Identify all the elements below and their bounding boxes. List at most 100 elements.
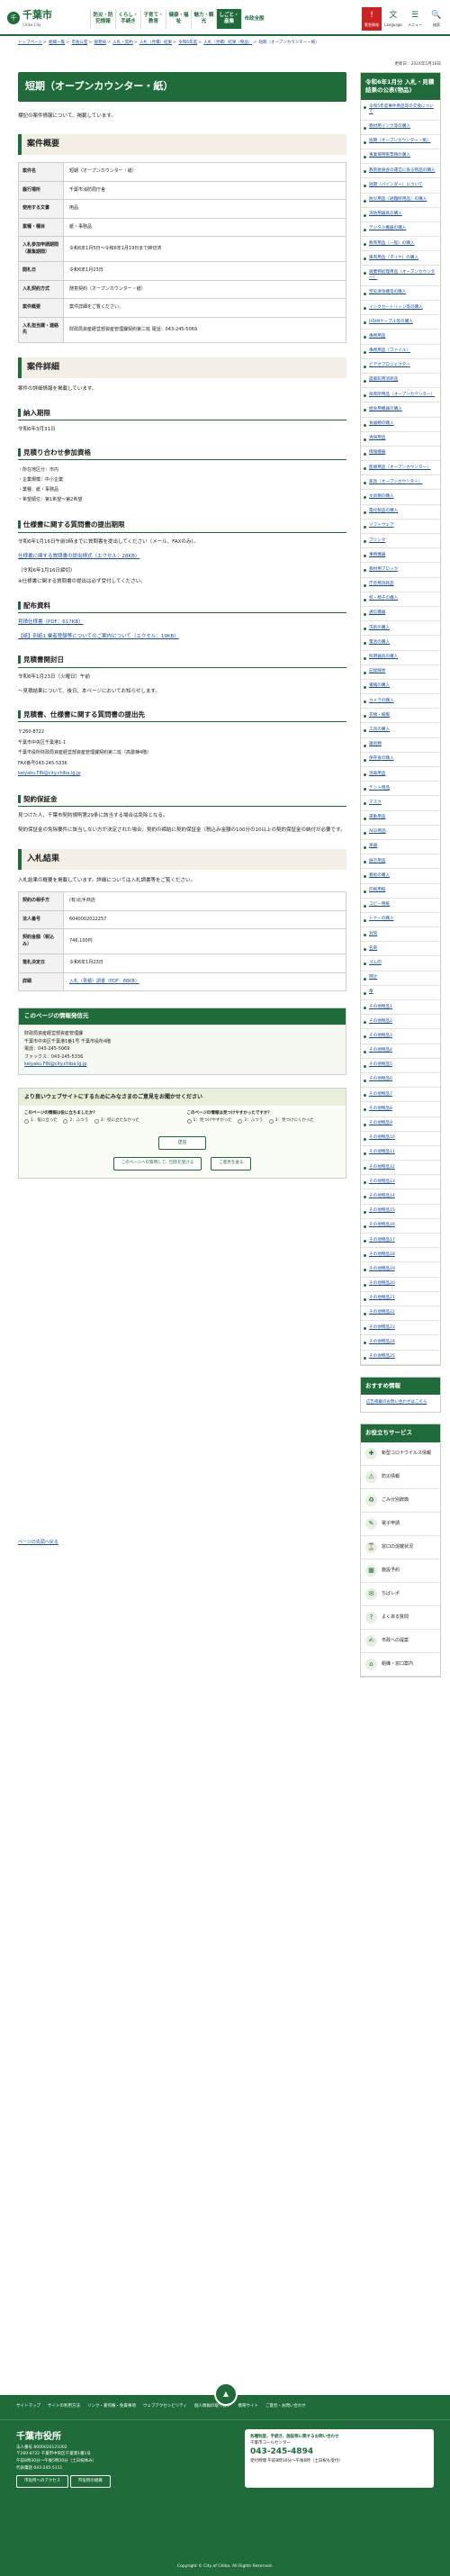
sidebar-item[interactable]: 給食用機器の購入 xyxy=(361,402,440,418)
sidebar-item-link[interactable]: 通信機器 xyxy=(369,610,385,615)
sidebar-item-link[interactable]: ビデオプロジェクター xyxy=(369,363,410,367)
sidebar-item[interactable]: 空気清浄機等の購入 xyxy=(361,286,440,301)
sidebar-item[interactable]: 保育所用品（オープンカウンター） xyxy=(361,388,440,403)
sidebar-item[interactable]: その他物品13 xyxy=(361,1175,440,1190)
menu-button[interactable]: ☰ メニュー xyxy=(405,7,425,31)
sidebar-item-link[interactable]: 名刺 xyxy=(369,946,377,951)
sidebar-item-link[interactable]: 事務機器 xyxy=(369,553,385,557)
gnav-bousai[interactable]: 防災・防犯情報 xyxy=(90,9,115,29)
sidebar-item[interactable]: その他物品4 xyxy=(361,1044,440,1059)
sidebar-item-link[interactable]: 庁舎用消耗品 xyxy=(369,582,394,586)
sidebar-item[interactable]: その他物品7 xyxy=(361,1088,440,1103)
breadcrumb-item[interactable]: 入札（見積）結果（物品） xyxy=(203,41,252,45)
sidebar-item[interactable]: 図書館用消耗品 xyxy=(361,374,440,389)
sidebar-item-link[interactable]: プリンタ xyxy=(369,538,385,543)
sidebar-item-link[interactable]: 防災用品（避難所用品）の購入 xyxy=(369,197,427,202)
dist-link-guide[interactable]: 【紙】別紙1 業者登録等についてのご案内について（エクセル：19KB） xyxy=(18,634,179,639)
survey-q1-option[interactable]: 3：役に立たなかった xyxy=(94,1118,140,1125)
sidebar-item[interactable]: 机・椅子の購入 xyxy=(361,592,440,607)
sidebar-item[interactable]: マスク xyxy=(361,796,440,811)
sidebar-item-link[interactable]: その他物品4 xyxy=(369,1048,392,1053)
sidebar-item[interactable]: 短期（オープンカウンター・紙） xyxy=(361,135,440,149)
result-detail-link[interactable]: 入札（見積）調書（PDF：88KB） xyxy=(63,972,346,992)
sidebar-item[interactable]: 事務用品 xyxy=(361,330,440,345)
sidebar-item-link[interactable]: 時計 xyxy=(369,975,377,980)
breadcrumb-item[interactable]: 入札（見積）結果 xyxy=(140,41,172,45)
sidebar-item[interactable]: ソフトウェア xyxy=(361,520,440,534)
sidebar-item[interactable]: カメラの購入 xyxy=(361,694,440,710)
sidebar-item-link[interactable]: 保育所用品（オープンカウンター） xyxy=(369,393,435,397)
sidebar-item[interactable]: 車両用品（タイヤ）の購入 xyxy=(361,251,440,267)
sidebar-item[interactable]: 消防用器具の購入 xyxy=(361,208,440,222)
sidebar-item[interactable]: 令和5年度事件用品等の交換について xyxy=(361,100,440,121)
sidebar-item[interactable]: その他物品15 xyxy=(361,1205,440,1219)
sidebar-item[interactable]: その他物品2 xyxy=(361,1015,440,1030)
sidebar-item-link[interactable]: 教育用品（一般）の購入 xyxy=(369,241,415,246)
sidebar-item[interactable]: 名刺 xyxy=(361,942,440,957)
sidebar-item[interactable]: その他物品17 xyxy=(361,1234,440,1249)
sidebar-item-link[interactable]: 空気清浄機等の購入 xyxy=(369,290,406,294)
gnav-shigoto[interactable]: しごと・産業 xyxy=(216,9,241,29)
ad-contact-link[interactable]: 広告掲載のお問い合わせはこちら xyxy=(366,1400,428,1405)
sidebar-item[interactable]: その他物品24 xyxy=(361,1335,440,1351)
survey-q2-option[interactable]: 1：見つけやすかった xyxy=(186,1118,232,1125)
survey-q2-option[interactable]: 2：ふつう xyxy=(238,1118,263,1125)
sidebar-item-link[interactable]: 短期（バインダー）について xyxy=(369,183,423,187)
organization-button[interactable]: 市役所の組織 xyxy=(69,2475,111,2488)
submit-email-link[interactable]: keiyaku.FIN@city.chiba.lg.jp xyxy=(18,771,81,776)
sidebar-item[interactable]: 医療用品（オープンカウンター） xyxy=(361,461,440,476)
sidebar-item-link[interactable]: トナーの購入 xyxy=(369,917,394,921)
sidebar-item[interactable]: 教育委員会の運営に係る物品の購入 xyxy=(361,164,440,179)
sidebar-item[interactable]: ゴム印 xyxy=(361,956,440,972)
service-item[interactable]: ✉ ちばレポ xyxy=(361,1583,440,1606)
gnav-shisei[interactable]: 市政全般 xyxy=(241,9,266,29)
sidebar-item[interactable]: 寝具類 xyxy=(361,738,440,753)
sidebar-item-link[interactable]: 事業場用帳票類の購入 xyxy=(369,153,410,158)
sidebar-item-link[interactable]: ソフトウェア xyxy=(369,523,394,528)
footer-nav-link[interactable]: ウェブアクセシビリティ xyxy=(143,2404,187,2410)
sidebar-item-link[interactable]: その他物品10 xyxy=(369,1135,395,1140)
sidebar-item[interactable]: その他物品16 xyxy=(361,1219,440,1234)
sidebar-item[interactable]: 文具類の購入 xyxy=(361,490,440,505)
sidebar-item[interactable]: 洗剤の購入 xyxy=(361,621,440,637)
sidebar-item[interactable]: その他物品3 xyxy=(361,1029,440,1044)
sidebar-item-link[interactable]: 展示用品 xyxy=(369,859,385,863)
sidebar-item[interactable]: プリンタ xyxy=(361,534,440,549)
sidebar-item-link[interactable]: 机・椅子の購入 xyxy=(369,596,398,601)
sidebar-item[interactable]: 廃棄物処理用品（オープンカウンター） xyxy=(361,266,440,286)
language-button[interactable]: 文 Language xyxy=(383,7,403,31)
sidebar-item-link[interactable]: その他物品7 xyxy=(369,1092,392,1097)
question-button[interactable]: このページへの質問して、回答を受ける xyxy=(112,1157,202,1171)
sidebar-item[interactable]: その他物品6 xyxy=(361,1073,440,1089)
breadcrumb-item[interactable]: 市長公室 xyxy=(71,41,87,45)
sidebar-item-link[interactable]: その他物品22 xyxy=(369,1310,395,1315)
sidebar-item-link[interactable]: カメラの購入 xyxy=(369,699,394,703)
site-logo[interactable]: 千 千葉市 Chiba City xyxy=(7,9,88,27)
sidebar-item[interactable]: 記録媒体 xyxy=(361,665,440,680)
sidebar-item-link[interactable]: 給食用機器の購入 xyxy=(369,407,402,411)
sidebar-item[interactable]: 消毒用品 xyxy=(361,767,440,782)
sidebar-item[interactable]: 印刷用紙 xyxy=(361,884,440,899)
sidebar-item[interactable]: 事務用品（ファイル） xyxy=(361,345,440,359)
sidebar-item[interactable]: その他物品9 xyxy=(361,1117,440,1132)
service-item[interactable]: ▦ 施設予約 xyxy=(361,1559,440,1583)
sidebar-item[interactable]: AED用品 xyxy=(361,826,440,840)
survey-submit-button[interactable]: 送信 xyxy=(158,1135,206,1151)
contact-email-link[interactable]: keiyaku.FIN@city.chiba.lg.jp xyxy=(24,1062,87,1067)
sidebar-item-link[interactable]: マスク xyxy=(369,800,382,805)
sidebar-item-link[interactable]: 電化製品の購入 xyxy=(369,509,398,513)
sidebar-item[interactable]: その他物品22 xyxy=(361,1306,440,1322)
pagetop-link[interactable]: ページの先頭へ戻る xyxy=(18,1540,58,1547)
sidebar-item[interactable]: 傘 xyxy=(361,986,440,1000)
service-item[interactable]: ⚠ 防災情報 xyxy=(361,1466,440,1489)
sidebar-item-link[interactable]: その他物品24 xyxy=(369,1340,395,1344)
sidebar-item[interactable]: HDMIケーブル等の購入 xyxy=(361,315,440,330)
sidebar-item-link[interactable]: 食器類の購入 xyxy=(369,421,394,426)
service-item[interactable]: ? よくある質問 xyxy=(361,1606,440,1630)
sidebar-item[interactable]: その他物品19 xyxy=(361,1262,440,1278)
sidebar-item-link[interactable]: 車両用品（タイヤ）の購入 xyxy=(369,256,418,260)
sidebar-item-link[interactable]: 書籍の購入 xyxy=(369,683,390,688)
sidebar-item[interactable]: ビデオプロジェクター xyxy=(361,359,440,374)
gnav-kosodate[interactable]: 子育て・教育 xyxy=(140,9,166,29)
sidebar-item-link[interactable]: その他物品25 xyxy=(369,1354,395,1359)
